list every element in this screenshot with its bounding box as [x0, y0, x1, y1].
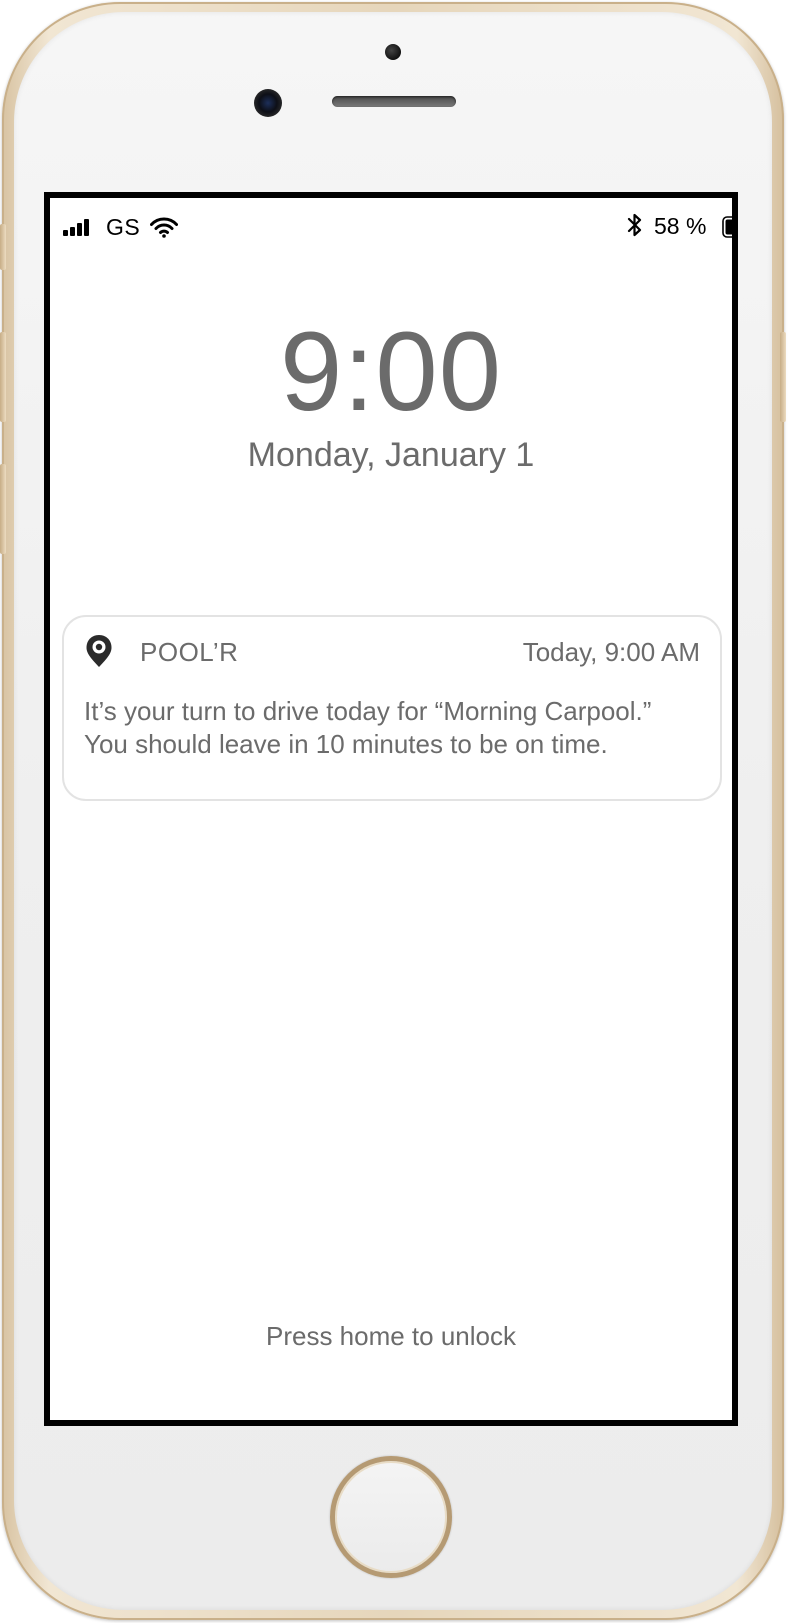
status-bar: GS 58 % — [50, 198, 732, 254]
home-button[interactable] — [330, 1456, 452, 1578]
lock-screen-time: 9:00 — [280, 309, 502, 434]
notification-time: Today, 9:00 AM — [522, 637, 700, 667]
proximity-sensor — [385, 44, 401, 60]
location-pin-icon — [86, 635, 112, 667]
volume-up-button[interactable] — [0, 332, 6, 422]
notification-card[interactable]: POOL’R Today, 9:00 AM It’s your turn to … — [62, 615, 722, 801]
wifi-icon — [150, 217, 178, 238]
carrier-name: GS — [106, 214, 141, 240]
notification-app-name: POOL’R — [140, 637, 239, 667]
power-button[interactable] — [780, 332, 786, 422]
cellular-signal-icon — [63, 218, 89, 236]
battery-percentage: 58 % — [654, 213, 707, 239]
earpiece-speaker — [332, 96, 456, 107]
mute-switch[interactable] — [0, 224, 6, 270]
lock-screen-date: Monday, January 1 — [247, 436, 535, 474]
front-camera — [254, 89, 282, 117]
notification-body: It’s your turn to drive today for “Morni… — [84, 696, 652, 759]
lock-screen: GS 58 % 9:00 Monday, January 1 POOL’R To… — [44, 192, 738, 1426]
volume-down-button[interactable] — [0, 464, 6, 554]
bluetooth-icon — [627, 213, 642, 237]
unlock-hint: Press home to unlock — [265, 1321, 516, 1351]
battery-icon — [722, 216, 732, 238]
